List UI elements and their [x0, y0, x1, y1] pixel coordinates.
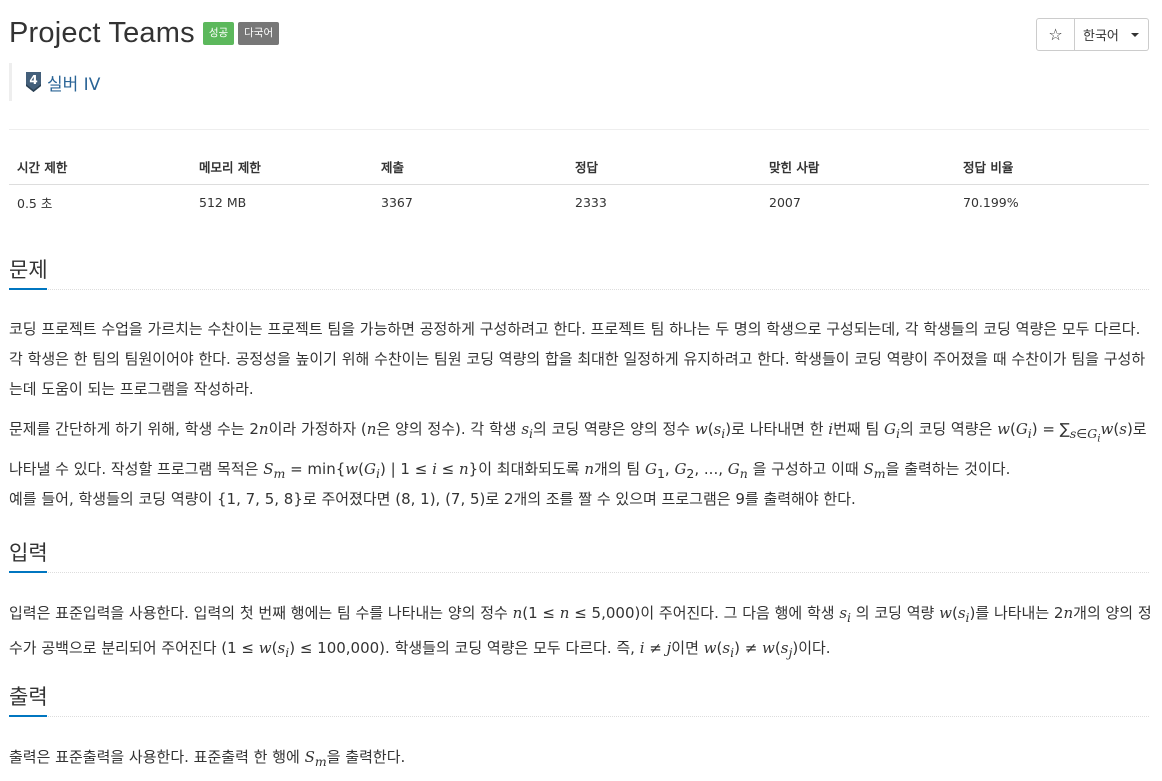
problem-paragraph-1: 코딩 프로젝트 수업을 가르치는 수찬이는 프로젝트 팀을 가능하면 공정하게 … — [9, 320, 1146, 398]
output-heading-rule — [9, 716, 1149, 717]
value-accepted: 2333 — [575, 194, 607, 210]
output-heading-underline — [9, 715, 47, 717]
title-row: Project Teams 성공 다국어 — [9, 17, 280, 50]
output-heading: 출력 — [9, 685, 48, 709]
input-heading-underline — [9, 571, 47, 573]
tier-number: 4 — [29, 73, 37, 87]
header-memory-limit: 메모리 제한 — [191, 149, 373, 185]
star-icon: ☆ — [1048, 25, 1063, 44]
value-submissions[interactable]: 3367 — [373, 184, 567, 220]
problem-info-table: 시간 제한 메모리 제한 제출 정답 맞힌 사람 정답 비율 0.5 초 512… — [9, 149, 1149, 220]
info-value-row: 0.5 초 512 MB 3367 2333 2007 70.199% — [9, 184, 1149, 220]
output-paragraph: 출력은 표준출력을 사용한다. 표준출력 한 행에 Sm을 출력한다. — [9, 748, 406, 769]
value-solved-users: 2007 — [769, 194, 801, 210]
star-button[interactable]: ☆ — [1036, 18, 1075, 51]
tier-label: 실버 IV — [47, 74, 101, 95]
problem-heading-underline — [9, 288, 47, 290]
header-accepted: 정답 — [567, 149, 761, 185]
problem-paragraph-3: 예를 들어, 학생들의 코딩 역량이 {1, 7, 5, 8}로 주어졌다면 (… — [9, 490, 856, 508]
problem-heading: 문제 — [9, 258, 48, 282]
problem-paragraph-2: 문제를 간단하게 하기 위해, 학생 수는 2n이라 가정하자 (n은 양의 정… — [9, 420, 1147, 481]
header-solved-users: 맞힌 사람 — [761, 149, 955, 185]
language-label: 한국어 — [1083, 29, 1119, 44]
caret-down-icon — [1130, 32, 1139, 37]
problem-heading-rule — [9, 289, 1149, 290]
input-heading: 입력 — [9, 541, 48, 565]
header-divider — [9, 129, 1149, 130]
header-accept-ratio: 정답 비율 — [955, 149, 1149, 185]
value-time-limit: 0.5 초 — [17, 195, 53, 211]
header-time-limit: 시간 제한 — [9, 149, 191, 185]
silver-tier-shield-icon: 4 — [26, 72, 41, 92]
input-paragraph: 입력은 표준입력을 사용한다. 입력의 첫 번째 행에는 팀 수를 나타내는 양… — [9, 604, 1152, 660]
multilang-badge: 다국어 — [238, 22, 280, 45]
action-buttons: ☆ 한국어 — [1036, 18, 1149, 51]
info-header-row: 시간 제한 메모리 제한 제출 정답 맞힌 사람 정답 비율 — [9, 149, 1149, 185]
value-accept-ratio: 70.199% — [963, 194, 1019, 210]
input-heading-rule — [9, 572, 1149, 573]
language-dropdown[interactable]: 한국어 — [1075, 18, 1149, 51]
problem-tier[interactable]: 4 실버 IV — [9, 63, 100, 101]
value-memory-limit: 512 MB — [199, 194, 247, 210]
success-badge: 성공 — [202, 22, 235, 45]
header-submissions: 제출 — [373, 149, 567, 185]
page-title: Project Teams — [9, 17, 195, 49]
